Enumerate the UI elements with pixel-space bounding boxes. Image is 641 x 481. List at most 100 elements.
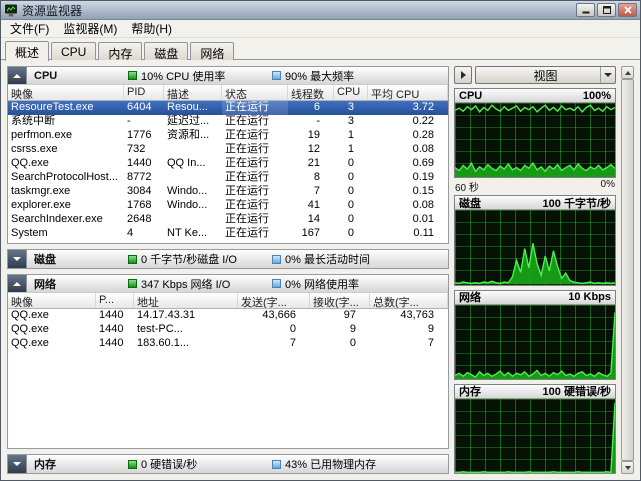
- cpu-section-header: CPU 10% CPU 使用率 90% 最大频率: [8, 67, 448, 85]
- table-row[interactable]: explorer.exe1768Windo...正在运行4100.08: [8, 199, 448, 213]
- table-row[interactable]: QQ.exe144014.17.43.3143,6669743,763: [8, 309, 448, 323]
- scroll-down-button[interactable]: [621, 461, 634, 474]
- cpu-section: CPU 10% CPU 使用率 90% 最大频率 映像PID描述状态线程数CPU…: [7, 66, 449, 244]
- tab-overview[interactable]: 概述: [5, 41, 49, 61]
- scrollbar-track[interactable]: [621, 79, 634, 461]
- table-row[interactable]: QQ.exe1440QQ In...正在运行2100.69: [8, 157, 448, 171]
- cpu-usage-legend-label: 10% CPU 使用率: [141, 68, 225, 84]
- table-cell: explorer.exe: [8, 199, 124, 213]
- column-header[interactable]: 接收(字...: [310, 293, 370, 308]
- view-button[interactable]: 视图: [475, 66, 616, 84]
- collapse-arrow-icon: [13, 74, 21, 78]
- network-io-legend-label: 347 Kbps 网络 I/O: [141, 276, 230, 292]
- scrollbar-thumb[interactable]: [621, 79, 634, 461]
- column-header[interactable]: CPU: [334, 85, 368, 100]
- view-dropdown-zone[interactable]: [600, 67, 615, 83]
- table-cell: 19: [288, 129, 334, 143]
- network-collapse-button[interactable]: [8, 275, 27, 292]
- tab-memory[interactable]: 内存: [98, 42, 142, 60]
- network-section: 网络 347 Kbps 网络 I/O 0% 网络使用率 映像P...地址发送(字…: [7, 274, 449, 449]
- graphs-panel: 视图 CPU 100% 60 秒 0% 磁盘 100 千字节/秒: [454, 66, 616, 474]
- table-cell: 正在运行: [222, 143, 288, 157]
- menu-file[interactable]: 文件(F): [3, 18, 56, 39]
- table-row[interactable]: System4NT Ke...正在运行16700.11: [8, 227, 448, 241]
- table-row[interactable]: taskmgr.exe3084Windo...正在运行700.15: [8, 185, 448, 199]
- tab-disk[interactable]: 磁盘: [144, 42, 188, 60]
- green-swatch-icon: [128, 460, 137, 469]
- memory-graph-header: 内存 100 硬错误/秒: [455, 385, 615, 399]
- table-row[interactable]: perfmon.exe1776资源和...正在运行1910.28: [8, 129, 448, 143]
- scroll-up-button[interactable]: [621, 66, 634, 79]
- table-row[interactable]: SearchIndexer.exe2648正在运行1400.01: [8, 213, 448, 227]
- table-cell: 8772: [124, 171, 164, 185]
- disk-graph-group: 磁盘 100 千字节/秒: [454, 195, 616, 285]
- green-swatch-icon: [128, 279, 137, 288]
- table-cell: QQ In...: [164, 157, 222, 171]
- column-header[interactable]: 线程数: [288, 85, 334, 100]
- blue-swatch-icon: [272, 71, 281, 80]
- table-row[interactable]: csrss.exe732正在运行1210.08: [8, 143, 448, 157]
- column-header[interactable]: 平均 CPU: [368, 85, 448, 100]
- column-header[interactable]: PID: [124, 85, 164, 100]
- table-cell: 1440: [96, 337, 134, 351]
- disk-section: 磁盘 0 千字节/秒磁盘 I/O 0% 最长活动时间: [7, 249, 449, 269]
- table-cell: perfmon.exe: [8, 129, 124, 143]
- close-button[interactable]: [618, 3, 637, 17]
- table-row[interactable]: QQ.exe1440test-PC...099: [8, 323, 448, 337]
- memory-graph-title: 内存: [459, 385, 481, 399]
- table-cell: 0.11: [368, 227, 448, 241]
- column-header[interactable]: P...: [96, 293, 134, 308]
- menu-monitor[interactable]: 监视器(M): [56, 18, 124, 39]
- table-cell: 0: [238, 323, 310, 337]
- network-usage-legend-label: 0% 网络使用率: [285, 276, 359, 292]
- table-row[interactable]: SearchProtocolHost...8772正在运行800.19: [8, 171, 448, 185]
- scroll-up-icon: [625, 71, 631, 75]
- table-cell: 1440: [96, 323, 134, 337]
- table-cell: 0: [310, 337, 370, 351]
- window-title: 资源监视器: [22, 2, 572, 19]
- expand-graphs-button[interactable]: [454, 66, 472, 84]
- table-cell: 1: [334, 143, 368, 157]
- column-header[interactable]: 发送(字...: [238, 293, 310, 308]
- table-cell: 正在运行: [222, 185, 288, 199]
- column-header[interactable]: 地址: [134, 293, 238, 308]
- minimize-button[interactable]: [576, 3, 595, 17]
- cpu-graph: [455, 103, 615, 177]
- tab-cpu[interactable]: CPU: [51, 42, 96, 60]
- network-graph-title: 网络: [459, 291, 481, 305]
- cpu-frequency-legend: 90% 最大频率: [272, 68, 354, 84]
- disk-io-legend-label: 0 千字节/秒磁盘 I/O: [141, 251, 237, 267]
- blue-swatch-icon: [272, 460, 281, 469]
- cpu-table: 映像PID描述状态线程数CPU平均 CPU ResoureTest.exe640…: [8, 85, 448, 243]
- memory-collapse-button[interactable]: [8, 455, 27, 473]
- table-row[interactable]: QQ.exe1440183.60.1...707: [8, 337, 448, 351]
- memory-graph-scale: 100 硬错误/秒: [543, 385, 611, 399]
- table-cell: 4: [124, 227, 164, 241]
- table-cell: taskmgr.exe: [8, 185, 124, 199]
- cpu-collapse-button[interactable]: [8, 67, 27, 84]
- column-header[interactable]: 总数(字...: [370, 293, 448, 308]
- table-cell: 7: [370, 337, 448, 351]
- memory-used-legend: 43% 已用物理内存: [272, 456, 376, 472]
- collapse-arrow-icon: [13, 462, 21, 466]
- table-row[interactable]: 系统中断-延迟过...正在运行-30.22: [8, 115, 448, 129]
- table-cell: 732: [124, 143, 164, 157]
- table-cell: 0: [334, 171, 368, 185]
- disk-graph-title: 磁盘: [459, 196, 481, 210]
- disk-collapse-button[interactable]: [8, 250, 27, 268]
- column-header[interactable]: 状态: [222, 85, 288, 100]
- table-row[interactable]: ResoureTest.exe6404Resou...正在运行633.72: [8, 101, 448, 115]
- column-header[interactable]: 映像: [8, 85, 124, 100]
- column-header[interactable]: 描述: [164, 85, 222, 100]
- menu-help[interactable]: 帮助(H): [124, 18, 179, 39]
- column-header[interactable]: 映像: [8, 293, 96, 308]
- cpu-graph-footer: 60 秒 0%: [454, 178, 616, 191]
- blue-swatch-icon: [272, 255, 281, 264]
- table-cell: 正在运行: [222, 213, 288, 227]
- maximize-button[interactable]: [597, 3, 616, 17]
- time-axis-label: 60 秒: [455, 179, 479, 191]
- tab-network[interactable]: 网络: [190, 42, 234, 60]
- table-cell: [164, 143, 222, 157]
- right-scrollbar[interactable]: [621, 66, 634, 474]
- disk-graph: [455, 210, 615, 284]
